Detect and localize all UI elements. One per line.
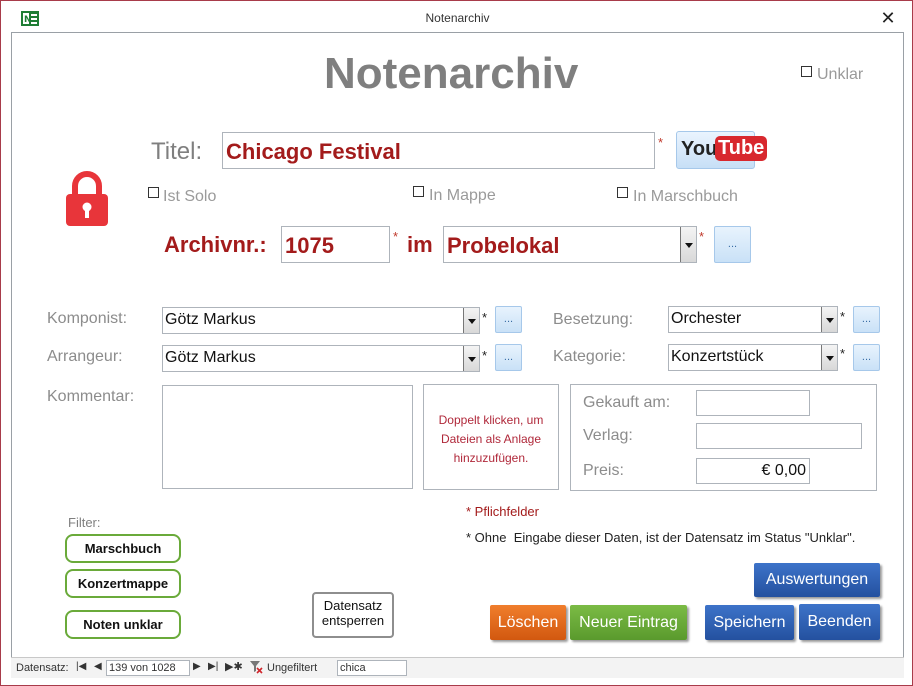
verlag-label: Verlag: [583,427,633,444]
besetzung-label: Besetzung: [553,311,634,328]
unklar-checkbox[interactable] [801,66,812,77]
besetzung-edit-button[interactable]: ... [853,306,880,333]
neuer-eintrag-button[interactable]: Neuer Eintrag [570,605,687,640]
ist-solo-label: Ist Solo [163,188,217,205]
kategorie-label: Kategorie: [553,348,626,365]
speichern-button[interactable]: Speichern [705,605,794,640]
gekauft-label: Gekauft am: [583,394,671,411]
arrangeur-edit-button[interactable]: ... [495,344,522,371]
kategorie-value: Konzertstück [671,348,764,365]
komponist-label: Komponist: [47,310,128,327]
in-mappe-label: In Mappe [429,187,496,204]
datensatz-entsperren-button[interactable]: Datensatz entsperren [312,592,394,638]
youtube-tube: Tube [715,136,768,161]
besetzung-value: Orchester [671,310,742,327]
gekauft-input[interactable] [696,390,810,416]
first-record-icon[interactable]: |◀ [76,661,86,672]
beenden-button[interactable]: Beenden [799,604,880,640]
arrangeur-combobox[interactable]: Götz Markus [162,345,480,372]
komponist-edit-button[interactable]: ... [495,306,522,333]
close-icon[interactable]: ✕ [877,7,899,29]
kategorie-edit-button[interactable]: ... [853,344,880,371]
filter-marschbuch-button[interactable]: Marschbuch [65,534,181,563]
youtube-you: You [681,138,718,160]
archivnr-label: Archivnr.: [164,232,267,257]
window-title: Notenarchiv [425,11,490,25]
komponist-combobox[interactable]: Götz Markus [162,307,480,334]
youtube-button[interactable]: You Tube [676,131,768,169]
ist-solo-checkbox[interactable] [148,187,159,198]
auswertungen-button[interactable]: Auswertungen [754,563,880,597]
unlock-line-1: Datensatz [323,598,383,613]
nav-search-input[interactable]: chica [337,660,407,676]
komponist-required-mark: * [482,310,488,325]
attachment-hint: Doppelt klicken, um Dateien als Anlage h… [438,413,544,465]
chevron-down-icon[interactable] [821,307,837,332]
chevron-down-icon[interactable] [821,345,837,370]
titel-label: Titel: [151,138,203,165]
in-mappe-checkbox[interactable] [413,186,424,197]
pflicht-note: * Pflichfelder [466,504,539,519]
chevron-down-icon[interactable] [463,346,479,371]
arrangeur-label: Arrangeur: [47,348,123,365]
nav-label: Datensatz: [16,662,69,674]
archivnr-required-mark: * [393,229,399,244]
preis-value: € 0,00 [761,462,806,479]
kategorie-required-mark: * [840,346,846,361]
filter-label: Filter: [68,515,101,530]
lock-icon[interactable] [64,170,110,228]
loeschen-button[interactable]: Löschen [490,605,566,640]
besetzung-combobox[interactable]: Orchester [668,306,838,333]
chevron-down-icon[interactable] [463,308,479,333]
komponist-value: Götz Markus [165,311,256,328]
record-navigation-bar: Datensatz: |◀ ◀ 139 von 1028 ▶ ▶| ▶✱ Ung… [11,657,904,678]
arrangeur-required-mark: * [482,348,488,363]
last-record-icon[interactable]: ▶| [208,661,218,672]
in-marschbuch-label: In Marschbuch [633,188,738,205]
unklar-label: Unklar [817,66,864,83]
record-position-input[interactable]: 139 von 1028 [106,660,190,676]
kommentar-textarea[interactable] [162,385,413,489]
titel-required-mark: * [658,135,664,150]
filter-konzertmappe-button[interactable]: Konzertmappe [65,569,181,598]
filter-funnel-icon[interactable] [249,660,263,677]
ort-value: Probelokal [447,233,560,258]
besetzung-required-mark: * [840,309,846,324]
unlock-line-2: entsperren [321,613,385,628]
preis-label: Preis: [583,462,624,479]
filter-noten-unklar-button[interactable]: Noten unklar [65,610,181,639]
ort-required-mark: * [699,229,705,244]
arrangeur-value: Götz Markus [165,349,256,366]
new-record-icon[interactable]: ▶✱ [225,660,243,673]
preis-input[interactable]: € 0,00 [696,458,810,484]
nav-search-value: chica [340,662,366,674]
attachment-box[interactable]: Doppelt klicken, um Dateien als Anlage h… [423,384,559,490]
filter-status[interactable]: Ungefiltert [267,662,317,674]
kategorie-combobox[interactable]: Konzertstück [668,344,838,371]
archivnr-value: 1075 [285,233,334,258]
next-record-icon[interactable]: ▶ [193,661,201,672]
status-note: * Ohne Eingabe dieser Daten, ist der Dat… [466,530,856,545]
previous-record-icon[interactable]: ◀ [94,661,102,672]
kommentar-label: Kommentar: [47,388,135,405]
record-position-value: 139 von 1028 [109,662,176,674]
ort-combobox[interactable]: Probelokal [443,226,697,263]
titel-input[interactable]: Chicago Festival [222,132,655,169]
im-label: im [407,232,433,257]
verlag-input[interactable] [696,423,862,449]
in-marschbuch-checkbox[interactable] [617,187,628,198]
app-window: N Notenarchiv ✕ Notenarchiv Unklar Titel… [0,0,913,686]
ort-edit-button[interactable]: ... [714,226,751,263]
chevron-down-icon[interactable] [680,227,696,262]
titel-value: Chicago Festival [226,139,401,164]
archivnr-input[interactable]: 1075 [281,226,390,263]
form-heading: Notenarchiv [324,49,579,98]
